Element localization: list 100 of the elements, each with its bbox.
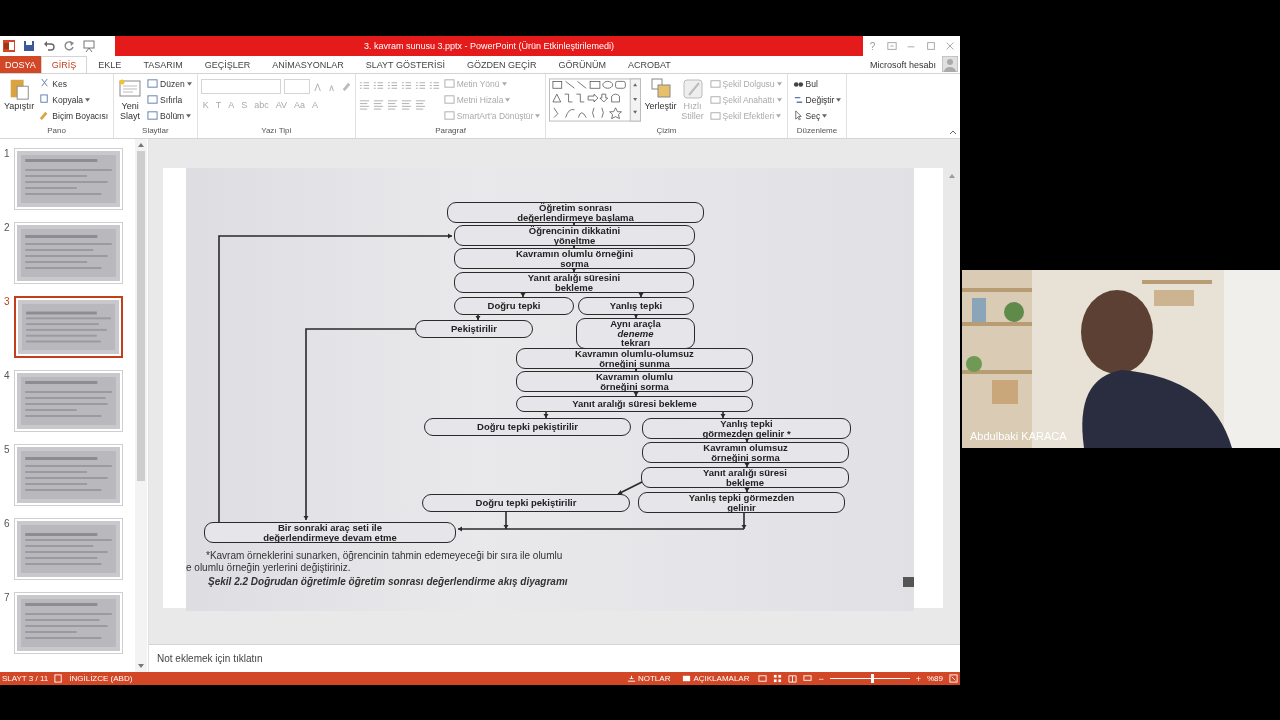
reading-view-icon[interactable] <box>788 674 798 683</box>
replace-icon <box>792 94 804 105</box>
participant-name: Abdulbaki KARACA <box>970 430 1067 442</box>
zoom-level[interactable]: %89 <box>927 674 943 683</box>
font-size-field[interactable] <box>283 79 310 94</box>
spelling-icon[interactable] <box>54 674 64 683</box>
flowchart-node: Doğru tepki pekiştirilir <box>424 418 631 436</box>
flowchart-node: Öğrencinin dikkatini yöneltme <box>454 225 695 246</box>
group-label: Pano <box>46 126 67 137</box>
slide-number: 4 <box>4 370 11 381</box>
list-format-icon[interactable] <box>428 80 440 91</box>
undo-icon[interactable] <box>42 39 56 53</box>
notes-field[interactable]: Not eklemek için tıklatın <box>157 653 263 664</box>
slide-number: 2 <box>4 222 11 233</box>
fit-to-window-icon[interactable] <box>949 674 958 683</box>
close-icon[interactable] <box>945 41 956 51</box>
flowchart-node: Doğru tepki pekiştirilir <box>422 494 630 512</box>
ribbon-command[interactable]: Biçim Boyacısı <box>37 108 111 123</box>
ribbon-command[interactable]: Bul <box>790 76 844 91</box>
clear-format-icon[interactable] <box>340 81 352 92</box>
new-slide-button[interactable]: Yeni Slayt <box>117 76 144 126</box>
language-label[interactable]: İNGİLİZCE (ABD) <box>69 674 133 683</box>
ribbon-tab[interactable]: GİRİŞ <box>40 56 88 73</box>
frame-icon <box>147 94 159 105</box>
comment-icon <box>682 674 692 683</box>
frame-icon <box>147 110 159 121</box>
help-button[interactable]: ? <box>867 40 878 52</box>
copy-icon <box>39 94 51 105</box>
grow-font-icon[interactable] <box>312 81 324 92</box>
slide-number: 3 <box>4 296 11 307</box>
scroll-up-icon[interactable] <box>137 142 145 148</box>
frame-icon <box>147 78 159 89</box>
slide-number: 5 <box>4 444 11 455</box>
shape-format-icon <box>709 110 721 121</box>
slideshow-icon[interactable] <box>82 39 96 53</box>
normal-view-icon[interactable] <box>758 674 768 683</box>
notes-button[interactable]: NOTLAR <box>623 674 674 683</box>
scrollbar-thumb[interactable] <box>137 151 145 481</box>
align-text-icon[interactable] <box>386 99 398 110</box>
list-format-icon[interactable] <box>414 80 426 91</box>
notes-icon <box>626 674 636 683</box>
group-label: Slaytlar <box>141 126 170 137</box>
window-title: 3. kavram sunusu 3.pptx - PowerPoint (Ürün Etkinleştirilemedi) <box>363 41 615 51</box>
flowchart-node: Yanlış tepki görmezden gelinir <box>638 492 845 513</box>
scroll-up-icon[interactable] <box>948 173 956 179</box>
cursor-icon <box>792 110 804 121</box>
corner-mark <box>903 577 914 587</box>
ribbon-options-icon[interactable] <box>886 41 897 51</box>
align-text-icon[interactable] <box>372 99 384 110</box>
zoom-slider[interactable] <box>871 674 875 683</box>
zoom-out-button[interactable]: − <box>818 673 824 684</box>
file-tab[interactable]: DOSYA <box>0 56 41 73</box>
list-format-icon[interactable] <box>400 80 412 91</box>
caret-icon <box>776 81 782 86</box>
ribbon-command[interactable]: Bölüm <box>145 108 194 123</box>
redo-icon[interactable] <box>62 39 76 53</box>
group-label: Paragraf <box>434 126 467 137</box>
paste-button[interactable]: Yapıştır <box>3 76 36 126</box>
list-format-icon[interactable] <box>358 80 370 91</box>
slideshow-view-icon[interactable] <box>803 674 813 683</box>
caret-icon <box>505 97 511 102</box>
ribbon-command[interactable]: Değiştir <box>790 92 844 107</box>
scroll-down-icon[interactable] <box>137 663 145 669</box>
zoom-in-button[interactable]: + <box>915 673 921 684</box>
flowchart-node: Kavramın olumlu örneğini sorma <box>516 371 753 392</box>
ribbon-large-button[interactable]: Yerleştir <box>643 76 678 126</box>
frame-icon <box>443 94 455 105</box>
footnote-text: e olumlu örneğin yerlerini değiştiriniz. <box>186 562 351 573</box>
caret-icon <box>501 81 507 86</box>
account-menu[interactable]: Microsoft hesabı <box>865 56 940 73</box>
align-text-icon[interactable] <box>400 99 412 110</box>
caret-icon <box>776 113 782 118</box>
group-label: Çizim <box>655 126 678 137</box>
ribbon-command[interactable]: Seç <box>790 108 844 123</box>
list-format-icon[interactable] <box>372 80 384 91</box>
group-label: Düzenleme <box>795 126 839 137</box>
slide-sorter-icon[interactable] <box>773 674 783 683</box>
flowchart-node: Doğru tepki <box>454 297 574 315</box>
quick-styles-icon <box>680 77 705 101</box>
slide-counter: SLAYT 3 / 11 <box>2 674 49 683</box>
list-format-icon[interactable] <box>386 80 398 91</box>
slide-number: 6 <box>4 518 11 529</box>
shape-gallery-drawing[interactable] <box>549 78 642 122</box>
flowchart-node: Yanıt aralığı süresini bekleme <box>454 272 694 293</box>
ribbon-command[interactable]: Kes <box>37 76 111 91</box>
align-text-icon[interactable] <box>358 99 370 110</box>
align-text-icon[interactable] <box>414 99 426 110</box>
flowchart-node: Yanlış tepki <box>578 297 694 315</box>
ribbon-command[interactable]: Kopyala <box>37 92 111 107</box>
ribbon-command[interactable]: Sıfırla <box>145 92 194 107</box>
font-name-field[interactable] <box>200 79 281 94</box>
save-icon[interactable] <box>22 39 36 53</box>
arrange-icon <box>648 77 673 101</box>
collapse-ribbon-icon[interactable] <box>949 129 957 135</box>
user-avatar-icon[interactable] <box>942 56 958 72</box>
scissors-icon <box>39 78 51 89</box>
ribbon-command[interactable]: Düzen <box>145 76 194 91</box>
maximize-icon[interactable] <box>925 41 936 51</box>
slide-number: 7 <box>4 592 11 603</box>
comments-button[interactable]: AÇIKLAMALAR <box>679 674 753 683</box>
